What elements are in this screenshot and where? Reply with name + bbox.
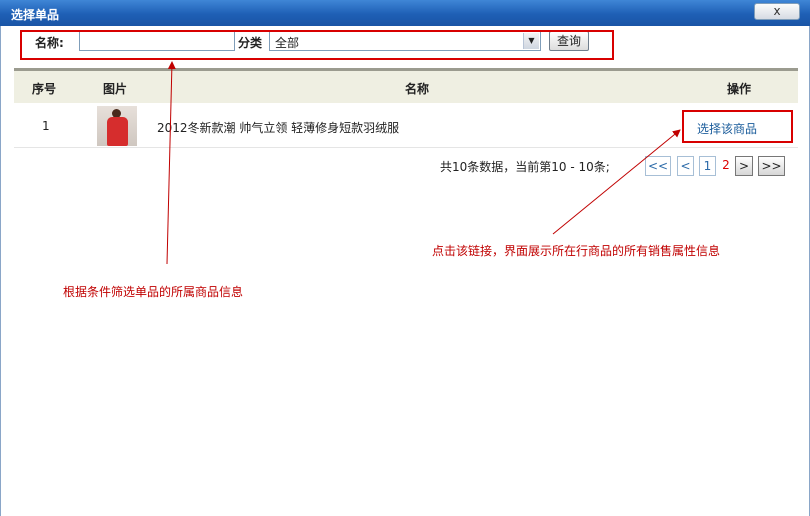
close-icon: x (773, 4, 781, 18)
search-highlight-box (20, 30, 614, 60)
table-header: 序号 图片 名称 操作 (14, 71, 798, 103)
page-1-button[interactable]: 1 (699, 156, 716, 176)
pagination-info: 共10条数据，当前第10 - 10条; (440, 160, 610, 174)
last-page-button[interactable]: >> (758, 156, 785, 176)
row-product-name: 2012冬新款潮 帅气立领 轻薄修身短款羽绒服 (157, 121, 400, 135)
header-image: 图片 (103, 82, 128, 96)
header-name: 名称 (405, 82, 430, 96)
filter-annotation: 根据条件筛选单品的所属商品信息 (63, 285, 244, 299)
header-index: 序号 (32, 82, 57, 96)
thumbnail-coat (107, 117, 128, 146)
search-bar: 名称: 分类 全部 ▼ 查询 (1, 26, 809, 66)
product-thumbnail (97, 106, 137, 146)
link-highlight-box (682, 110, 793, 143)
title-bar: 选择单品 x (0, 0, 810, 26)
first-page-button[interactable]: << (645, 156, 671, 176)
row-index: 1 (42, 119, 50, 133)
page-2-current: 2 (722, 158, 730, 172)
header-action: 操作 (727, 82, 752, 96)
dialog-body: 名称: 分类 全部 ▼ 查询 序号 图片 名称 操作 1 2012冬新款潮 帅气… (0, 26, 810, 516)
link-annotation: 点击该链接，界面展示所在行商品的所有销售属性信息 (432, 244, 721, 258)
prev-page-button[interactable]: < (677, 156, 694, 176)
table-row: 1 2012冬新款潮 帅气立领 轻薄修身短款羽绒服 (14, 104, 798, 148)
window-title: 选择单品 (11, 8, 60, 22)
close-button[interactable]: x (754, 3, 800, 20)
next-page-button[interactable]: > (735, 156, 753, 176)
